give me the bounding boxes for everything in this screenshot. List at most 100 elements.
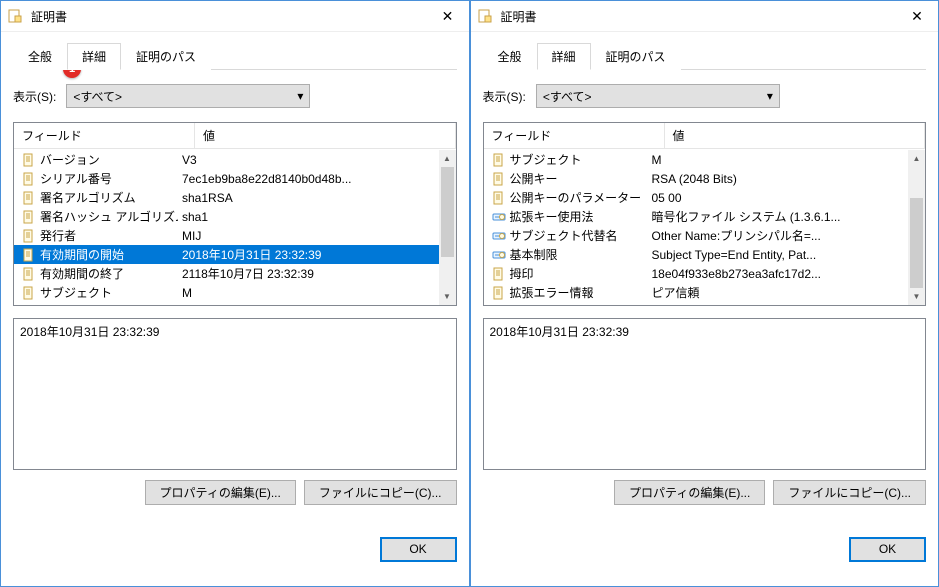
scroll-down-icon[interactable]: ▼ bbox=[908, 288, 925, 305]
cert-icon bbox=[7, 8, 23, 24]
row-value: 2018年10月31日 23:32:39 bbox=[178, 246, 456, 263]
row-field: サブジェクト代替名 bbox=[510, 227, 618, 244]
row-field: 基本制限 bbox=[510, 246, 558, 263]
list-row[interactable]: 基本制限 Subject Type=End Entity, Pat... bbox=[484, 245, 926, 264]
row-field: シリアル番号 bbox=[40, 170, 112, 187]
row-field: バージョン bbox=[40, 151, 100, 168]
ext-icon bbox=[492, 248, 506, 262]
row-value: V3 bbox=[178, 153, 456, 167]
list-row[interactable]: 発行者 MIJ bbox=[14, 226, 456, 245]
col-field[interactable]: フィールド bbox=[484, 123, 665, 149]
doc-icon bbox=[22, 229, 36, 243]
row-value: 2118年10月7日 23:32:39 bbox=[178, 265, 456, 282]
show-filter-row: 表示(S): <すべて> ▾ bbox=[483, 84, 927, 108]
list-row[interactable]: 有効期間の開始 2018年10月31日 23:32:39 bbox=[14, 245, 456, 264]
row-value: RSA (2048 Bits) bbox=[648, 172, 926, 186]
row-value: 05 00 bbox=[648, 191, 926, 205]
col-field[interactable]: フィールド bbox=[14, 123, 195, 149]
row-value: sha1RSA bbox=[178, 191, 456, 205]
doc-icon bbox=[492, 267, 506, 281]
show-label: 表示(S): bbox=[483, 88, 526, 105]
list-row[interactable]: バージョン V3 bbox=[14, 150, 456, 169]
doc-icon bbox=[22, 191, 36, 205]
scroll-track[interactable] bbox=[908, 167, 925, 288]
ext-icon bbox=[492, 210, 506, 224]
row-value: 18e04f933e8b273ea3afc17d2... bbox=[648, 267, 926, 281]
col-value[interactable]: 値 bbox=[665, 123, 926, 149]
scroll-up-icon[interactable]: ▲ bbox=[908, 150, 925, 167]
tab-general[interactable]: 全般 bbox=[13, 43, 67, 70]
row-field: サブジェクト bbox=[40, 284, 112, 301]
show-select[interactable]: <すべて> ▾ bbox=[66, 84, 310, 108]
edit-properties-button[interactable]: プロパティの編集(E)... bbox=[145, 480, 296, 505]
show-label: 表示(S): bbox=[13, 88, 56, 105]
scroll-thumb[interactable] bbox=[910, 198, 923, 288]
scroll-up-icon[interactable]: ▲ bbox=[439, 150, 456, 167]
certificate-window: 証明書 ✕ 全般 詳細 証明のパス 表示(S): <すべて> ▾ フィールド bbox=[470, 0, 939, 587]
show-select[interactable]: <すべて> ▾ bbox=[536, 84, 780, 108]
row-field: 拇印 bbox=[510, 265, 534, 282]
ext-icon bbox=[492, 229, 506, 243]
list-row[interactable]: サブジェクト代替名 Other Name:プリンシパル名=... bbox=[484, 226, 926, 245]
close-button[interactable]: ✕ bbox=[904, 6, 930, 26]
row-value: sha1 bbox=[178, 210, 456, 224]
doc-icon bbox=[22, 286, 36, 300]
rows-container: サブジェクト M 公開キー RSA (2048 Bits) bbox=[484, 150, 926, 305]
rows-container: バージョン V3 シリアル番号 7ec1eb9ba8e22d8140b0d48b… bbox=[14, 150, 456, 305]
list-row[interactable]: サブジェクト M bbox=[484, 150, 926, 169]
row-field: サブジェクト bbox=[510, 151, 582, 168]
list-row[interactable]: 署名ハッシュ アルゴリズム sha1 bbox=[14, 207, 456, 226]
row-value: ピア信頼 bbox=[648, 284, 926, 301]
list-row[interactable]: サブジェクト M bbox=[14, 283, 456, 302]
doc-icon bbox=[22, 210, 36, 224]
title-bar: 証明書 ✕ bbox=[471, 1, 939, 32]
tab-cert-path[interactable]: 証明のパス bbox=[591, 43, 681, 70]
doc-icon bbox=[22, 248, 36, 262]
row-value: 暗号化ファイル システム (1.3.6.1... bbox=[648, 208, 926, 225]
edit-properties-button[interactable]: プロパティの編集(E)... bbox=[614, 480, 765, 505]
cert-icon bbox=[477, 8, 493, 24]
list-row[interactable]: 拇印 18e04f933e8b273ea3afc17d2... bbox=[484, 264, 926, 283]
title-bar: 証明書 ✕ bbox=[1, 1, 469, 32]
ok-button[interactable]: OK bbox=[849, 537, 926, 562]
row-value: M bbox=[178, 286, 456, 300]
list-row[interactable]: 拡張キー使用法 暗号化ファイル システム (1.3.6.1... bbox=[484, 207, 926, 226]
tab-general[interactable]: 全般 bbox=[483, 43, 537, 70]
row-field: 署名ハッシュ アルゴリズム bbox=[40, 208, 178, 225]
col-value[interactable]: 値 bbox=[195, 123, 456, 149]
list-row[interactable]: 公開キーのパラメーター 05 00 bbox=[484, 188, 926, 207]
list-row[interactable]: 公開キー RSA (2048 Bits) bbox=[484, 169, 926, 188]
close-button[interactable]: ✕ bbox=[435, 6, 461, 26]
list-row[interactable]: 署名アルゴリズム sha1RSA bbox=[14, 188, 456, 207]
list-row[interactable]: 拡張エラー情報 ピア信頼 bbox=[484, 283, 926, 302]
ok-button[interactable]: OK bbox=[380, 537, 457, 562]
row-field: 有効期間の開始 bbox=[40, 246, 124, 263]
row-field: 有効期間の終了 bbox=[40, 265, 124, 282]
chevron-down-icon: ▾ bbox=[767, 89, 773, 103]
list-row[interactable]: 有効期間の終了 2118年10月7日 23:32:39 bbox=[14, 264, 456, 283]
show-selected-value: <すべて> bbox=[543, 88, 592, 105]
scroll-track[interactable] bbox=[439, 167, 456, 288]
certificate-window: 証明書 ✕ 1 全般 詳細 証明のパス 表示(S): <すべて> ▾ フィールド bbox=[0, 0, 470, 587]
show-filter-row: 表示(S): <すべて> ▾ bbox=[13, 84, 457, 108]
tab-details[interactable]: 詳細 bbox=[67, 43, 121, 70]
scroll-down-icon[interactable]: ▼ bbox=[439, 288, 456, 305]
scroll-thumb[interactable] bbox=[441, 167, 454, 257]
scrollbar[interactable]: ▲ ▼ bbox=[908, 150, 925, 305]
doc-icon bbox=[22, 267, 36, 281]
window-title: 証明書 bbox=[31, 8, 435, 25]
copy-to-file-button[interactable]: ファイルにコピー(C)... bbox=[773, 480, 926, 505]
row-value: Subject Type=End Entity, Pat... bbox=[648, 248, 926, 262]
row-field: 公開キーのパラメーター bbox=[510, 189, 642, 206]
tab-strip: 全般 詳細 証明のパス bbox=[1, 32, 469, 70]
tab-cert-path[interactable]: 証明のパス bbox=[121, 43, 211, 70]
row-value: M bbox=[648, 153, 926, 167]
row-field: 拡張エラー情報 bbox=[510, 284, 594, 301]
list-row[interactable]: シリアル番号 7ec1eb9ba8e22d8140b0d48b... bbox=[14, 169, 456, 188]
row-field: 拡張キー使用法 bbox=[510, 208, 594, 225]
scrollbar[interactable]: ▲ ▼ bbox=[439, 150, 456, 305]
copy-to-file-button[interactable]: ファイルにコピー(C)... bbox=[304, 480, 457, 505]
tab-details[interactable]: 詳細 bbox=[537, 43, 591, 70]
window-title: 証明書 bbox=[501, 8, 905, 25]
doc-icon bbox=[492, 172, 506, 186]
